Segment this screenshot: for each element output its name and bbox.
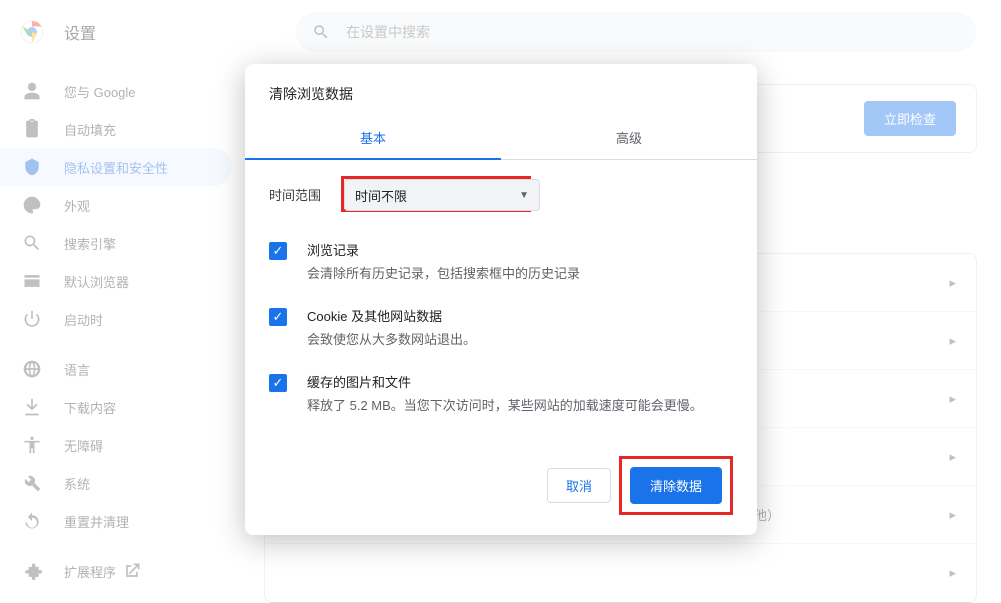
checkbox-desc: 释放了 5.2 MB。当您下次访问时，某些网站的加载速度可能会更慢。 [307,395,703,414]
checkbox-desc: 会致使您从大多数网站退出。 [307,329,476,348]
tab-basic[interactable]: 基本 [245,116,501,159]
checkbox-checked-icon[interactable]: ✓ [269,242,287,260]
checkbox-row-cookies[interactable]: ✓ Cookie 及其他网站数据 会致使您从大多数网站退出。 [245,294,757,360]
time-range-label: 时间范围 [269,185,321,204]
clear-browsing-data-dialog: 清除浏览数据 基本 高级 时间范围 时间不限 ▼ ✓ 浏览记录 会清除所有历史记… [245,64,757,535]
checkbox-checked-icon[interactable]: ✓ [269,308,287,326]
checkbox-title: Cookie 及其他网站数据 [307,306,476,325]
checkbox-checked-icon[interactable]: ✓ [269,374,287,392]
checkbox-title: 浏览记录 [307,240,580,259]
checkbox-row-browsing-history[interactable]: ✓ 浏览记录 会清除所有历史记录，包括搜索框中的历史记录 [245,228,757,294]
checkbox-desc: 会清除所有历史记录，包括搜索框中的历史记录 [307,263,580,282]
clear-data-button[interactable]: 清除数据 [630,467,722,504]
dialog-title: 清除浏览数据 [245,64,757,116]
highlight-box: 时间不限 ▼ [341,176,531,212]
tab-advanced[interactable]: 高级 [501,116,757,159]
cancel-button[interactable]: 取消 [547,468,611,503]
highlight-box: 清除数据 [619,456,733,515]
chevron-down-icon: ▼ [519,190,529,201]
checkbox-row-cache[interactable]: ✓ 缓存的图片和文件 释放了 5.2 MB。当您下次访问时，某些网站的加载速度可… [245,360,757,426]
dialog-tabs: 基本 高级 [245,116,757,160]
time-range-value: 时间不限 [355,186,407,205]
checkbox-title: 缓存的图片和文件 [307,372,703,391]
time-range-select[interactable]: 时间不限 ▼ [344,179,540,211]
